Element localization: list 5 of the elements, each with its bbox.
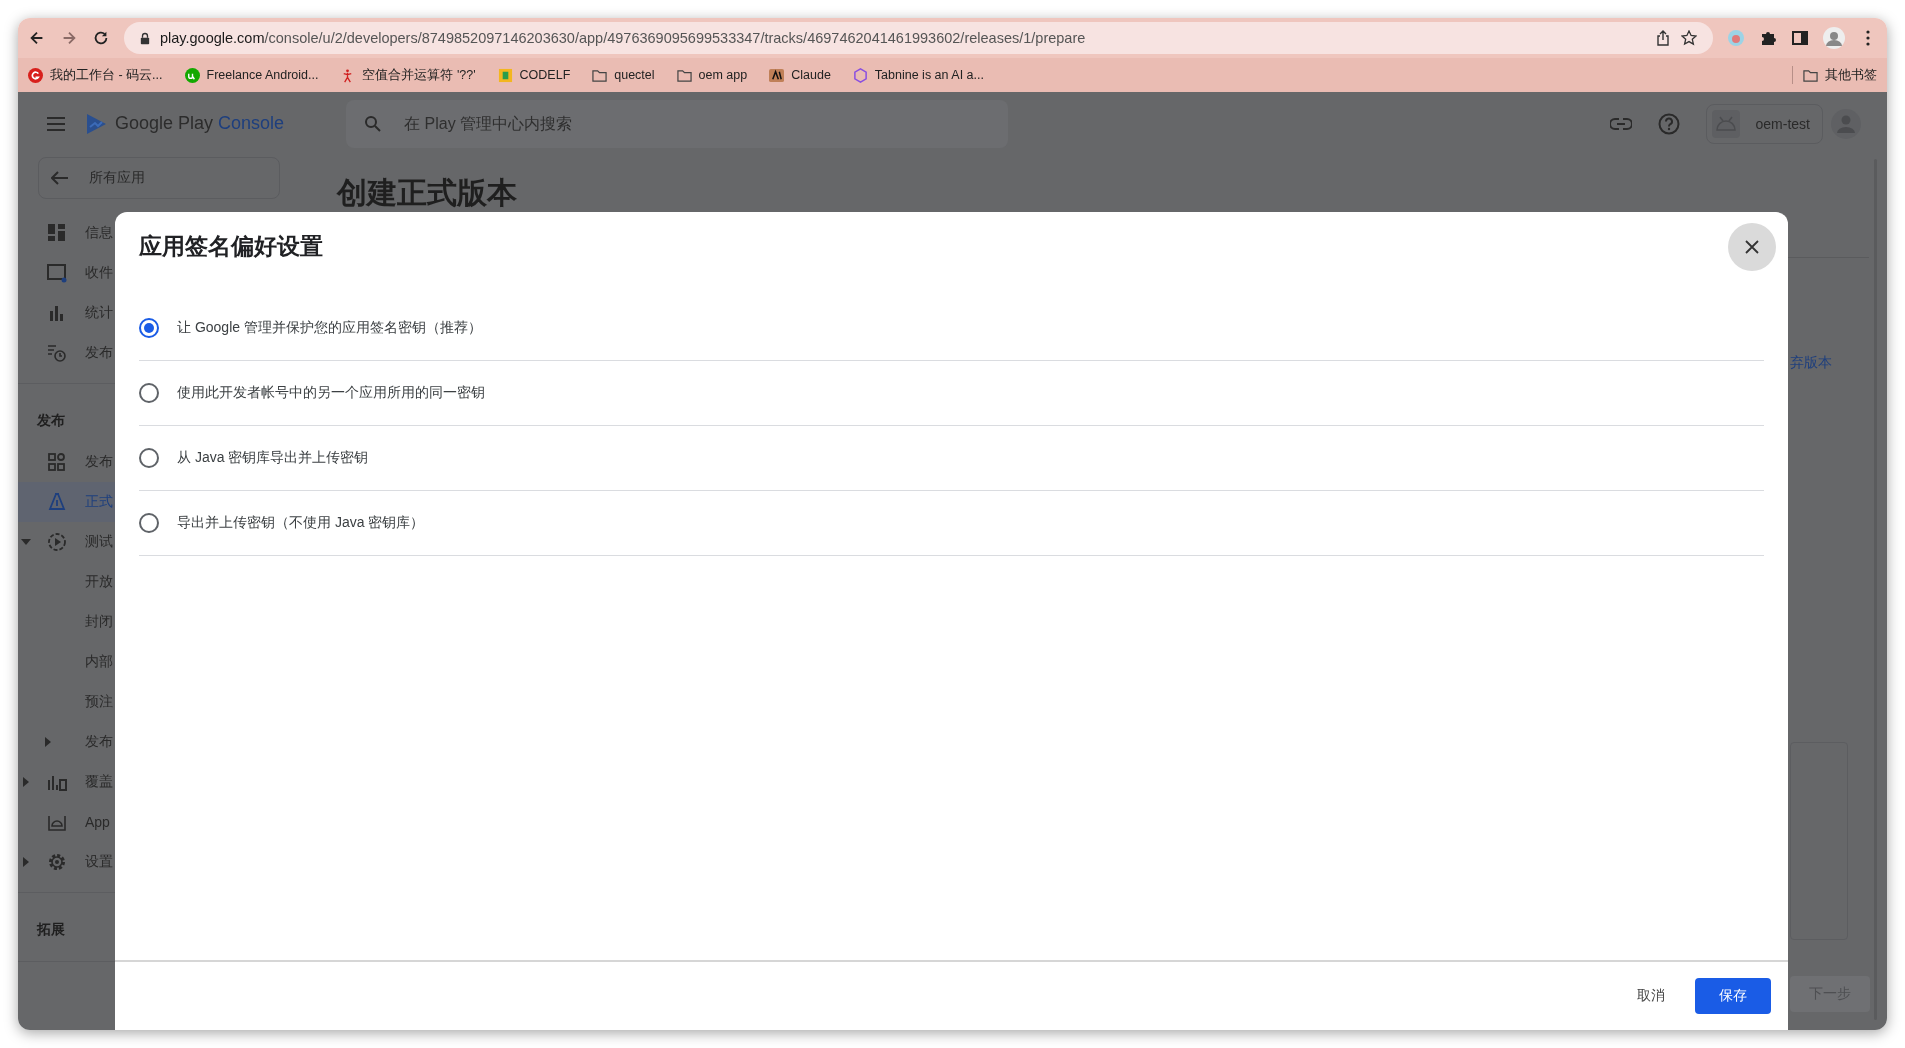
section-heading: 发布 [36,411,66,430]
dialog-title: 应用签名偏好设置 [139,232,324,261]
app-name: Google Play Console [115,113,285,134]
section-heading: 拓展 [35,920,66,939]
page-title: 创建正式版本 [337,175,517,211]
